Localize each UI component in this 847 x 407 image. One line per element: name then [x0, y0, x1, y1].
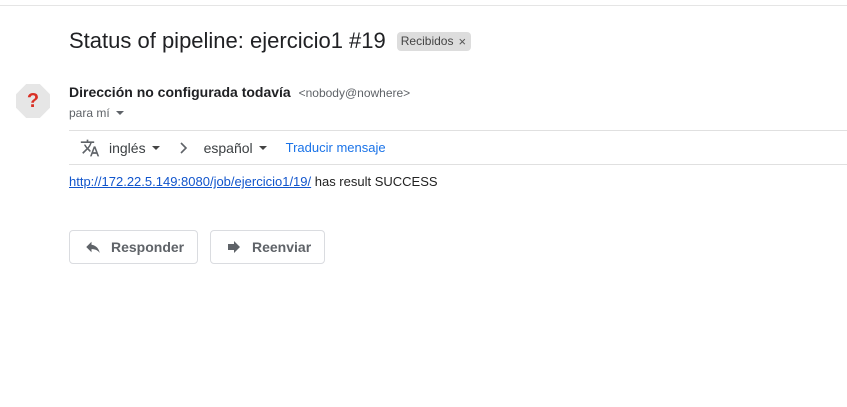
- reply-icon: [84, 238, 102, 256]
- sender-line: Dirección no configurada todavía <nobody…: [69, 84, 410, 100]
- sender-avatar[interactable]: ?: [16, 84, 50, 118]
- label-chip-recibidos[interactable]: Recibidos ×: [396, 31, 472, 51]
- reply-button-label: Responder: [111, 239, 185, 255]
- translation-bar: inglés español Traducir mensaje: [69, 130, 847, 165]
- chevron-down-icon: [151, 145, 160, 150]
- sender-name[interactable]: Dirección no configurada todavía: [69, 84, 291, 100]
- forward-button-label: Reenviar: [252, 239, 312, 255]
- email-body: http://172.22.5.149:8080/job/ejercicio1/…: [69, 174, 438, 189]
- translate-icon: [80, 138, 100, 158]
- target-language-label: español: [203, 139, 253, 156]
- source-language-label: inglés: [109, 139, 146, 156]
- body-text: has result SUCCESS: [311, 174, 438, 189]
- recipient-text: para mí: [69, 106, 110, 120]
- source-language-select[interactable]: inglés: [109, 140, 160, 156]
- translate-message-link[interactable]: Traducir mensaje: [286, 140, 386, 155]
- recipient-details[interactable]: para mí: [69, 106, 124, 120]
- forward-button[interactable]: Reenviar: [210, 230, 325, 264]
- chevron-down-icon: [258, 145, 267, 150]
- remove-label-icon[interactable]: ×: [458, 34, 466, 49]
- email-subject: Status of pipeline: ejercicio1 #19: [69, 28, 386, 53]
- top-divider: [0, 5, 847, 6]
- jenkins-job-link[interactable]: http://172.22.5.149:8080/job/ejercicio1/…: [69, 174, 311, 189]
- subject-row: Status of pipeline: ejercicio1 #19 Recib…: [69, 27, 472, 55]
- reply-button[interactable]: Responder: [69, 230, 198, 264]
- recipient-details-caret-icon[interactable]: [115, 111, 124, 115]
- sender-email: <nobody@nowhere>: [298, 86, 411, 100]
- label-chip-text: Recibidos: [400, 33, 454, 48]
- forward-icon: [225, 238, 243, 256]
- chevron-right-icon: [179, 141, 189, 154]
- target-language-select[interactable]: español: [204, 140, 267, 156]
- unknown-sender-icon: ?: [26, 89, 40, 112]
